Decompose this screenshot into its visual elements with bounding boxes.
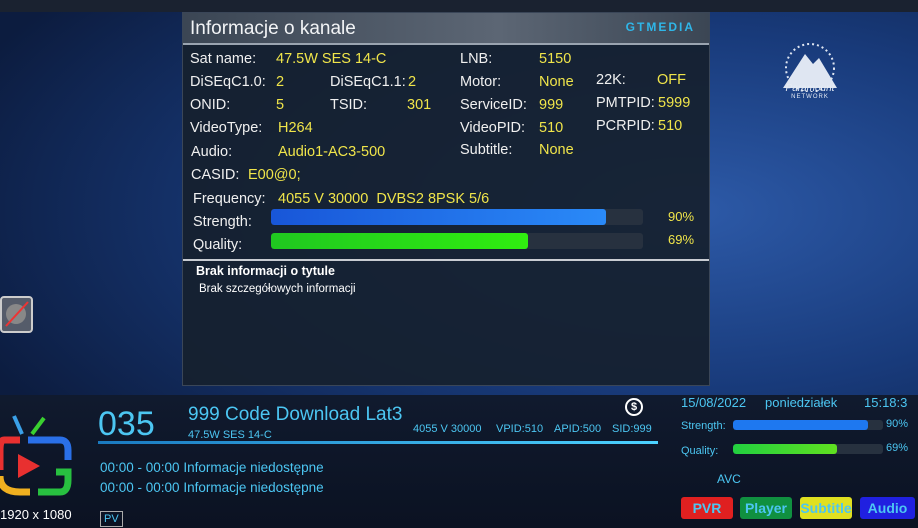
tsid-value: 301	[407, 97, 432, 113]
lnb-label: LNB:	[460, 51, 493, 67]
sid: SID:999	[612, 423, 652, 435]
event-next: 00:00 - 00:00 Informacje niedostępne	[100, 480, 324, 495]
epg-detail: Brak szczegółowych informacji	[199, 283, 356, 295]
tsid-label: TSID:	[330, 97, 368, 113]
strength-label: Strength:	[681, 420, 726, 432]
date: 15/08/2022	[681, 395, 747, 410]
brand-logo: GTMEDIA	[625, 20, 695, 34]
vpid: VPID:510	[496, 423, 544, 435]
audio-label: Audio:	[191, 144, 233, 160]
casid-value: E00@0;	[248, 167, 301, 183]
service-id-value: 999	[539, 97, 564, 113]
quality-percent: 69%	[886, 442, 909, 454]
service-id-label: ServiceID:	[460, 97, 527, 113]
audio-button[interactable]: Audio	[860, 497, 915, 519]
subtitle-label: Subtitle:	[460, 142, 513, 158]
strength-label: Strength:	[193, 214, 252, 230]
diseqc11-value: 2	[408, 74, 417, 90]
epg-title: Brak informacji o tytule	[196, 264, 335, 278]
dialog-title: Informacje o kanale	[190, 18, 356, 39]
quality-bar	[271, 233, 643, 249]
strength-percent: 90%	[668, 209, 695, 224]
transponder: 4055 V 30000	[413, 423, 482, 435]
pcrpid-value: 510	[658, 118, 683, 134]
onid-value: 5	[276, 97, 285, 113]
sat-name-value: 47.5W SES 14-C	[276, 51, 387, 67]
motor-value: None	[539, 74, 574, 90]
dialog-title-bar: Informacje o kanale GTMEDIA	[183, 13, 709, 45]
scrambled-dollar-icon: $	[625, 398, 643, 416]
quality-bar	[733, 444, 883, 454]
frequency-label: Frequency:	[193, 191, 266, 207]
apid: APID:500	[554, 423, 602, 435]
channel-number: 035	[98, 405, 155, 443]
progress-line	[98, 441, 658, 444]
pvr-button[interactable]: PVR	[681, 497, 733, 519]
resolution: 1920 x 1080	[0, 507, 72, 522]
audio-value: Audio1-AC3-500	[278, 144, 386, 160]
event-now: 00:00 - 00:00 Informacje niedostępne	[100, 460, 324, 475]
quality-label: Quality:	[681, 445, 719, 457]
22k-value: OFF	[657, 72, 686, 88]
22k-label: 22K:	[596, 72, 626, 88]
weekday: poniedziałek	[765, 395, 838, 410]
pcrpid-label: PCRPID:	[596, 118, 655, 134]
top-strip	[0, 0, 918, 12]
quality-percent: 69%	[668, 232, 695, 247]
strength-bar	[733, 420, 883, 430]
diseqc10-label: DiSEqC1.0:	[190, 74, 266, 90]
video-type-value: H264	[278, 120, 313, 136]
subtitle-button[interactable]: Subtitle	[800, 497, 852, 519]
channel-logo: Paramount NETWORK	[764, 40, 856, 116]
pv-badge: PV	[100, 511, 123, 527]
pmtpid-label: PMTPID:	[596, 95, 655, 111]
channel-info-dialog: Informacje o kanale GTMEDIA Sat name: 47…	[182, 12, 710, 386]
channel-satellite: 47.5W SES 14-C	[188, 429, 272, 441]
motor-label: Motor:	[460, 74, 502, 90]
video-pid-value: 510	[539, 120, 564, 136]
diseqc10-value: 2	[276, 74, 285, 90]
quality-label: Quality:	[193, 237, 243, 253]
video-type-label: VideoType:	[190, 120, 263, 136]
divider	[183, 259, 709, 261]
onid-label: ONID:	[190, 97, 231, 113]
lnb-value: 5150	[539, 51, 572, 67]
channel-name: 999 Code Download Lat3	[188, 404, 403, 425]
clock: 15:18:3	[864, 395, 908, 410]
casid-label: CASID:	[191, 167, 240, 183]
subtitle-value: None	[539, 142, 574, 158]
sat-name-label: Sat name:	[190, 51, 257, 67]
video-pid-label: VideoPID:	[460, 120, 526, 136]
mute-icon	[0, 296, 33, 333]
strength-bar	[271, 209, 643, 225]
tv-app-logo-icon	[0, 415, 72, 496]
frequency-value: 4055 V 30000 DVBS2 8PSK 5/6	[278, 191, 490, 207]
pmtpid-value: 5999	[658, 95, 691, 111]
diseqc11-label: DiSEqC1.1:	[330, 74, 406, 90]
strength-percent: 90%	[886, 418, 909, 430]
player-button[interactable]: Player	[740, 497, 792, 519]
codec: AVC	[717, 472, 741, 486]
